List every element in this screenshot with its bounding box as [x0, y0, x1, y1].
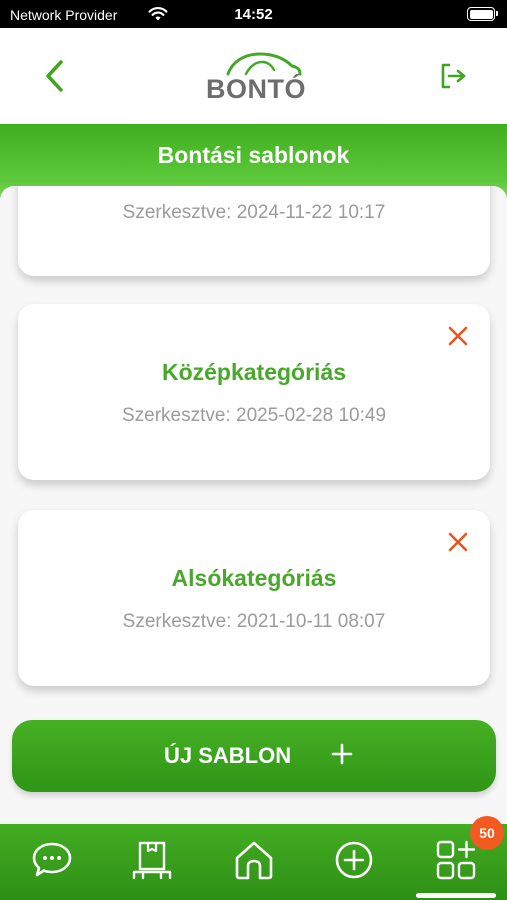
nav-more[interactable]	[434, 838, 478, 882]
home-indicator	[416, 893, 496, 898]
logout-icon	[441, 63, 466, 89]
template-edited-date: Szerkesztve: 2024-11-22 10:17	[122, 202, 386, 223]
logo: BONTÓ	[198, 48, 308, 104]
template-card[interactable]: Középkategóriás Szerkesztve: 2025-02-28 …	[18, 304, 490, 480]
template-name: Középkategóriás	[161, 359, 347, 385]
battery-icon	[467, 7, 498, 21]
notification-badge: 50	[470, 816, 504, 850]
logout-button[interactable]	[436, 60, 468, 92]
template-edited-date: Szerkesztve: 2021-10-11 08:07	[122, 611, 386, 632]
logo-text: BONTÓ	[206, 74, 306, 104]
clock: 14:52	[234, 6, 273, 23]
add-circle-icon	[335, 841, 373, 879]
nav-messages[interactable]	[30, 838, 74, 882]
template-list: Szerkesztve: 2024-11-22 10:17 Középkateg…	[0, 186, 507, 824]
nav-home[interactable]	[232, 838, 276, 882]
template-name: Alsókategóriás	[171, 565, 337, 591]
chevron-left-icon	[46, 60, 63, 92]
chat-icon	[32, 842, 72, 877]
template-card[interactable]: Szerkesztve: 2024-11-22 10:17	[18, 186, 490, 276]
close-icon	[448, 326, 468, 346]
new-template-button[interactable]: ÚJ SABLON	[12, 720, 496, 792]
home-icon	[235, 841, 273, 880]
new-template-label: ÚJ SABLON	[164, 743, 292, 768]
status-bar: Network Provider 14:52	[0, 0, 507, 28]
bottom-nav: 50	[0, 816, 507, 900]
grid-add-icon	[436, 840, 476, 880]
plus-icon	[331, 743, 353, 765]
close-icon	[448, 532, 468, 552]
nav-inventory[interactable]	[130, 838, 174, 882]
app-header: BONTÓ	[0, 28, 507, 124]
template-card[interactable]: Alsókategóriás Szerkesztve: 2021-10-11 0…	[18, 510, 490, 686]
delete-button[interactable]	[446, 324, 470, 348]
template-edited-date: Szerkesztve: 2025-02-28 10:49	[121, 405, 387, 426]
delete-button[interactable]	[446, 530, 470, 554]
back-button[interactable]	[38, 56, 74, 96]
page-title: Bontási sablonok	[157, 142, 350, 168]
package-icon	[132, 841, 172, 880]
nav-add[interactable]	[332, 838, 376, 882]
